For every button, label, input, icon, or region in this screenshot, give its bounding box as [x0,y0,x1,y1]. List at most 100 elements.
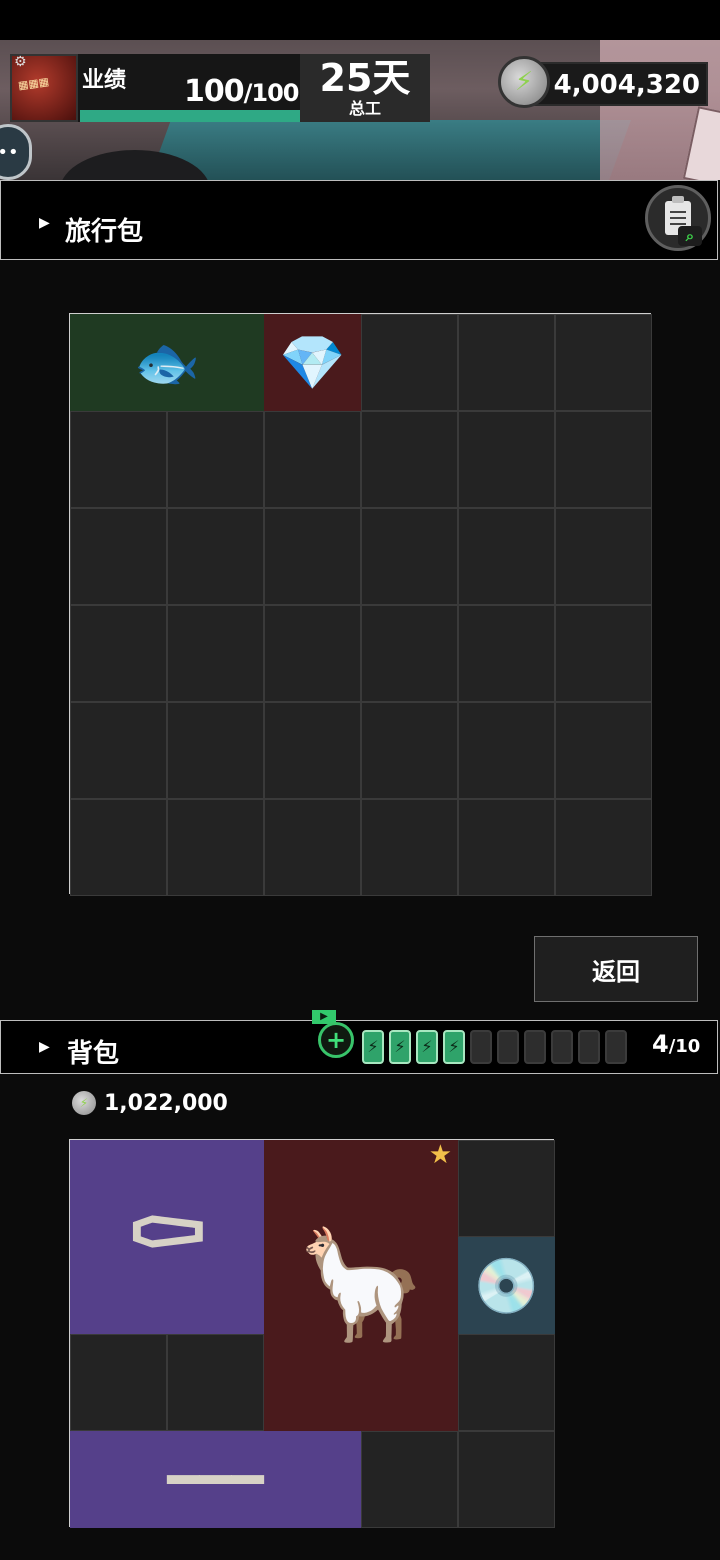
grid-cell[interactable] [167,799,264,896]
grid-cell[interactable] [555,702,652,799]
grid-cell[interactable] [361,411,458,508]
alpaca-statue-icon: 🦙 [294,1223,428,1347]
clipboard-search-button[interactable]: ⌕ [645,185,711,251]
coffin-dance-item-item[interactable]: ⚰ [70,1140,264,1334]
grid-cell[interactable] [167,508,264,605]
chat-icon: •• [0,141,19,163]
grid-cell[interactable] [555,314,652,411]
dark-creature-mask-icon: 🐟 [133,330,201,394]
grid-cell[interactable] [167,411,264,508]
travel-bag-title: 旅行包 [65,217,144,247]
grid-cell[interactable] [70,411,167,508]
top-hud: ⚙ ▦▦▦ 业绩 100/100 25天 总工 ⚡ 4,004,320 •• [0,40,720,180]
days-box: 25天 总工 [300,54,430,122]
grid-cell[interactable] [264,508,361,605]
grid-cell[interactable] [458,799,555,896]
background-decoration [149,120,631,180]
coffin-dance-item-icon: ⚰ [121,1175,213,1299]
battery-empty-icon [470,1030,492,1064]
backpack-money: ⚡ 1,022,000 [72,1088,228,1118]
backpack-title: 背包 [67,1039,120,1069]
capacity-max: /10 [668,1036,701,1057]
grid-cell[interactable] [361,702,458,799]
triangle-right-icon: ▶ [39,215,50,231]
golden-staff-icon: ━━━ [167,1448,264,1511]
dark-creature-mask-item[interactable]: 🐟 [70,314,264,411]
cd-disc-icon: 💿 [473,1253,540,1317]
battery-empty-icon [578,1030,600,1064]
grid-cell[interactable] [458,702,555,799]
grid-cell[interactable] [70,702,167,799]
search-icon: ⌕ [678,226,702,246]
battery-full-icon: ⚡ [416,1030,438,1064]
grid-cell[interactable] [458,508,555,605]
grid-cell[interactable] [361,508,458,605]
performance-progress-fill [80,110,300,122]
chat-bubble-button[interactable]: •• [0,124,32,180]
grid-cell[interactable] [361,605,458,702]
capacity-current: 4 [652,1030,669,1058]
money-value: 4,004,320 [553,70,700,100]
grid-cell[interactable] [167,605,264,702]
battery-empty-icon [497,1030,519,1064]
grid-cell[interactable] [167,1334,264,1431]
add-capacity-button[interactable]: + [318,1022,354,1058]
rainbow-crystal-item[interactable]: 💎 [264,314,361,411]
performance-progress-bar [80,110,300,122]
performance-label: 业绩 [82,68,127,93]
alpaca-statue-item[interactable]: 🦙 ★ [264,1140,458,1431]
grid-cell[interactable] [555,605,652,702]
grid-cell[interactable] [458,411,555,508]
grid-cell[interactable] [70,605,167,702]
performance-panel[interactable]: ⚙ ▦▦▦ 业绩 100/100 25天 总工 [10,54,430,122]
lightning-coin-icon: ⚡ [498,56,550,108]
performance-current: 100 [184,74,245,109]
star-icon: ★ [428,1140,452,1170]
grid-cell[interactable] [458,1140,555,1237]
battery-full-icon: ⚡ [389,1030,411,1064]
grid-cell[interactable] [70,1334,167,1431]
grid-cell[interactable] [555,508,652,605]
grid-cell[interactable] [264,411,361,508]
travel-bag-grid[interactable]: 🐟 💎 [69,313,652,896]
battery-full-icon: ⚡ [443,1030,465,1064]
grid-cell[interactable] [458,605,555,702]
grid-cell[interactable] [361,799,458,896]
performance-value: 100/100 [184,74,299,109]
battery-empty-icon [551,1030,573,1064]
battery-empty-icon [605,1030,627,1064]
status-bar [0,0,720,40]
grid-cell[interactable] [361,314,458,411]
grid-cell[interactable] [555,799,652,896]
backpack-grid[interactable]: ⚰ 🦙 ★ 💿 ━━━ [69,1139,555,1528]
logo-art: ▦▦▦ [17,74,50,93]
grid-cell[interactable] [264,702,361,799]
days-label: 总工 [348,99,381,118]
battery-empty-icon [524,1030,546,1064]
days-value: 25天 [319,56,411,100]
grid-cell[interactable] [167,702,264,799]
money-panel[interactable]: ⚡ 4,004,320 [498,56,708,112]
gear-icon: ⚙ [14,54,27,70]
performance-max: /100 [243,79,300,107]
capacity-text: 4/10 [652,1030,700,1058]
company-logo-icon[interactable]: ⚙ ▦▦▦ [10,54,78,122]
grid-cell[interactable] [555,411,652,508]
golden-staff-item[interactable]: ━━━ [70,1431,361,1528]
lightning-coin-icon: ⚡ [72,1091,96,1115]
grid-cell[interactable] [264,605,361,702]
back-button[interactable]: 返回 [534,936,698,1002]
grid-cell[interactable] [458,1431,555,1528]
grid-cell[interactable] [361,1431,458,1528]
backpack-money-value: 1,022,000 [104,1090,228,1116]
grid-cell[interactable] [264,799,361,896]
grid-cell[interactable] [458,1334,555,1431]
rainbow-crystal-icon: 💎 [279,330,346,394]
travel-bag-header: ▶ 旅行包 ⌕ [0,180,718,260]
triangle-right-icon: ▶ [39,1039,50,1055]
grid-cell[interactable] [458,314,555,411]
cd-disc-item[interactable]: 💿 [458,1237,555,1334]
grid-cell[interactable] [70,799,167,896]
battery-full-icon: ⚡ [362,1030,384,1064]
grid-cell[interactable] [70,508,167,605]
